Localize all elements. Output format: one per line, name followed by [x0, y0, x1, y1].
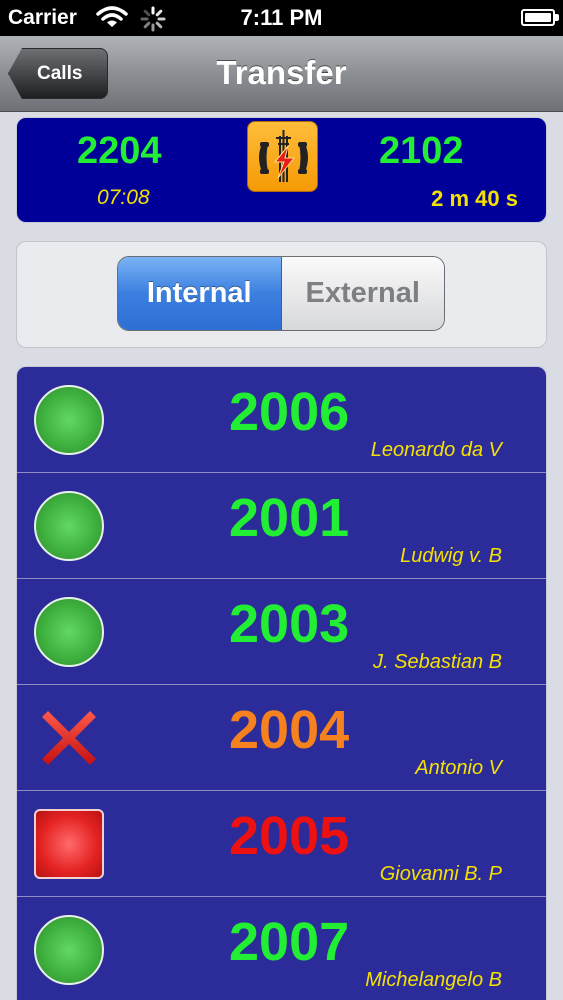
transfer-type-panel: Internal External [16, 241, 547, 348]
available-status-icon [34, 915, 104, 985]
status-bar: Carrier 7:11 PM [0, 0, 563, 36]
call-start-time: 07:08 [97, 186, 150, 209]
navigation-bar: Calls Transfer [0, 36, 563, 112]
transfer-type-segmented-control: Internal External [117, 256, 445, 331]
clock-label: 7:11 PM [240, 5, 323, 30]
battery-icon [521, 9, 559, 26]
list-item[interactable]: 2001 Ludwig v. B [17, 473, 546, 579]
current-call-panel: 2204 07:08 2102 2 m 40 s [16, 117, 547, 223]
extension-number: 2006 [229, 382, 350, 442]
unavailable-x-icon [34, 703, 104, 773]
list-item[interactable]: 2007 Michelangelo B [17, 897, 546, 1000]
list-item[interactable]: 2004 Antonio V [17, 685, 546, 791]
transfer-phone-icon [247, 121, 318, 192]
extension-number: 2007 [229, 912, 350, 972]
available-status-icon [34, 491, 104, 561]
call-duration: 2 m 40 s [431, 186, 518, 211]
available-status-icon [34, 597, 104, 667]
callee-extension: 2102 [379, 130, 464, 172]
extension-name: Antonio V [415, 757, 502, 779]
extension-name: Ludwig v. B [400, 545, 502, 567]
extension-list: 2006 Leonardo da V 2001 Ludwig v. B 2003… [16, 366, 547, 1000]
extension-name: Giovanni B. P [379, 863, 502, 885]
segment-internal[interactable]: Internal [118, 257, 282, 330]
list-item[interactable]: 2005 Giovanni B. P [17, 791, 546, 897]
extension-number: 2004 [229, 700, 350, 760]
available-status-icon [34, 385, 104, 455]
page-title: Transfer [216, 54, 347, 91]
extension-number: 2003 [229, 594, 350, 654]
list-item[interactable]: 2003 J. Sebastian B [17, 579, 546, 685]
caller-extension: 2204 [77, 130, 162, 172]
extension-name: J. Sebastian B [373, 651, 502, 673]
extension-number: 2001 [229, 488, 350, 548]
segment-external[interactable]: External [281, 257, 444, 330]
extension-name: Leonardo da V [370, 439, 502, 461]
list-item[interactable]: 2006 Leonardo da V [17, 367, 546, 473]
extension-name: Michelangelo B [365, 969, 502, 991]
busy-status-icon [34, 809, 104, 879]
extension-number: 2005 [229, 806, 350, 866]
